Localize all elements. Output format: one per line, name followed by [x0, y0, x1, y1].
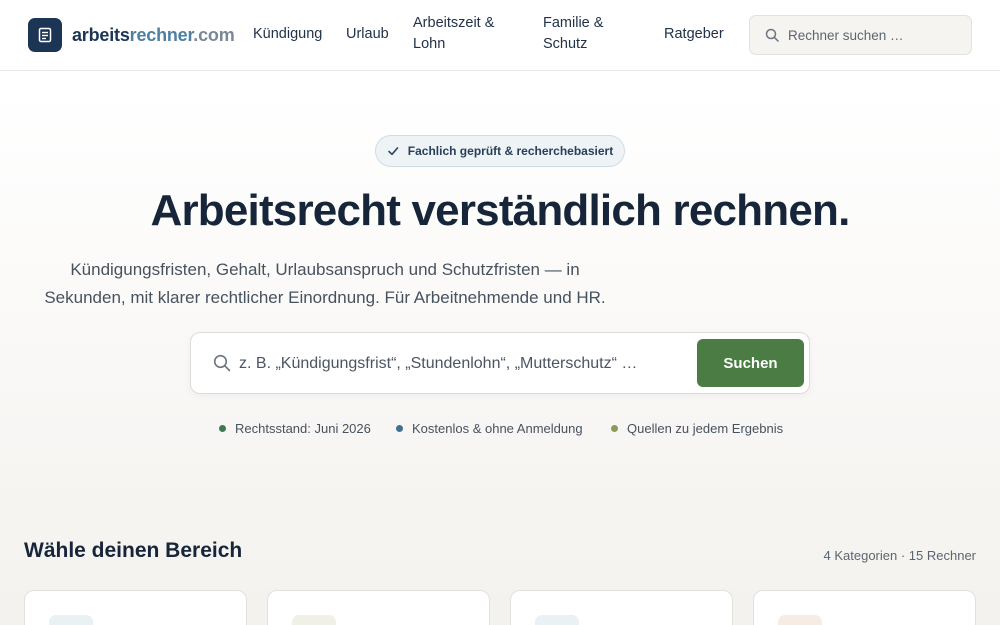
- category-card[interactable]: [753, 590, 976, 625]
- feature-item: Kostenlos & ohne Anmeldung: [396, 421, 583, 436]
- status-dot: [611, 425, 618, 432]
- logo-text: arbeitsrechner.com: [72, 25, 235, 46]
- page-title: Arbeitsrecht verständlich rechnen.: [150, 186, 850, 235]
- feature-label: Kostenlos & ohne Anmeldung: [412, 421, 583, 436]
- logo-part-1: arbeits: [72, 24, 130, 45]
- section-meta: 4 Kategorien · 15 Rechner: [823, 548, 976, 563]
- status-dot: [219, 425, 226, 432]
- feature-label: Quellen zu jedem Ergebnis: [627, 421, 784, 436]
- header-search[interactable]: [749, 15, 972, 55]
- category-icon: [49, 615, 93, 625]
- category-card[interactable]: [24, 590, 247, 625]
- category-icon: [535, 615, 579, 625]
- nav-item-familie-line1: Familie &: [543, 15, 604, 31]
- status-dot: [396, 425, 403, 432]
- feature-item: Quellen zu jedem Ergebnis: [611, 421, 783, 436]
- nav-item-arbeitszeit-line1: Arbeitszeit &: [413, 15, 495, 31]
- feature-item: Rechtsstand: Juni 2026: [219, 421, 371, 436]
- check-icon: [387, 147, 399, 156]
- site-logo[interactable]: arbeitsrechner.com: [28, 18, 235, 52]
- logo-part-3: .com: [193, 24, 235, 45]
- main-search-input[interactable]: [239, 351, 669, 377]
- hero-subtitle: Kündigungsfristen, Gehalt, Urlaubsanspru…: [20, 256, 630, 312]
- hero-subtitle-line2: Sekunden, mit klarer rechtlicher Einordn…: [44, 288, 606, 307]
- search-button[interactable]: Suchen: [697, 339, 804, 387]
- nav-item-urlaub[interactable]: Urlaub: [346, 24, 389, 45]
- main-search: Suchen: [190, 332, 810, 394]
- section-title: Wähle deinen Bereich: [24, 539, 243, 562]
- document-icon: [28, 18, 62, 52]
- nav-item-kuendigung[interactable]: Kündigung: [253, 24, 322, 45]
- logo-part-2: rechner: [129, 24, 194, 45]
- feature-list: Rechtsstand: Juni 2026 Kostenlos & ohne …: [0, 421, 1000, 439]
- hero-subtitle-line1: Kündigungsfristen, Gehalt, Urlaubsanspru…: [70, 260, 580, 279]
- category-icon: [292, 615, 336, 625]
- verified-badge: Fachlich geprüft & recherchebasiert: [375, 135, 625, 167]
- nav-item-ratgeber[interactable]: Ratgeber: [664, 24, 724, 45]
- search-icon: [765, 28, 779, 42]
- feature-label: Rechtsstand: Juni 2026: [235, 421, 371, 436]
- category-card[interactable]: [267, 590, 490, 625]
- category-icon: [778, 615, 822, 625]
- badge-label: Fachlich geprüft & recherchebasiert: [407, 144, 614, 158]
- header-search-input[interactable]: [788, 27, 958, 43]
- nav-item-arbeitszeit-line2: Lohn: [413, 36, 446, 52]
- nav-item-familie-line2: Schutz: [543, 36, 588, 52]
- nav-item-familie-schutz[interactable]: Familie & Schutz: [543, 13, 603, 55]
- nav-item-arbeitszeit-lohn[interactable]: Arbeitszeit & Lohn: [413, 13, 494, 55]
- search-icon: [213, 354, 231, 372]
- site-header: arbeitsrechner.com Kündigung Urlaub Arbe…: [0, 0, 1000, 71]
- category-card[interactable]: [510, 590, 733, 625]
